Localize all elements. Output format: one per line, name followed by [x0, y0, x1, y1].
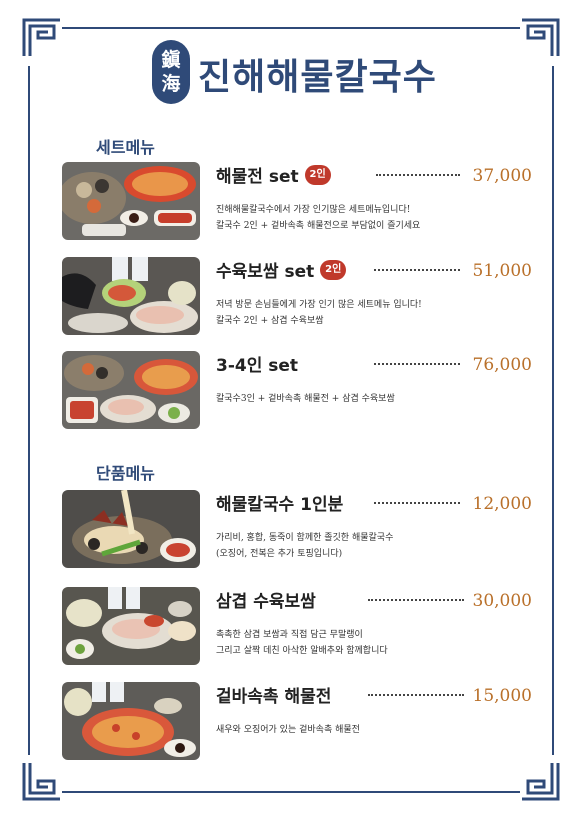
- menu-item-photo: [62, 682, 200, 760]
- menu-item-name: 수육보쌈 set 2인: [216, 257, 347, 282]
- menu-item-photo: [62, 257, 200, 335]
- menu-item-description: 촉촉한 삼겹 보쌈과 직접 담근 무말랭이 그리고 살짝 데친 아삭한 알배추와…: [216, 627, 388, 659]
- description-line: 새우와 오징어가 있는 겉바속촉 해물전: [216, 725, 360, 735]
- menu-item: 해물칼국수 1인분 12,000 가리비, 홍합, 동죽이 함께한 졸깃한 해물…: [62, 490, 532, 570]
- description-line: (오징어, 전복은 추가 토핑입니다): [216, 549, 343, 559]
- menu-item-title: 겉바속촉 해물전: [216, 687, 332, 707]
- seal-char-bottom: 海: [161, 73, 181, 95]
- corner-ornament-icon: [522, 763, 560, 801]
- menu-item: 3-4인 set 76,000 칼국수3인 + 겉바속촉 해물전 + 삼겹 수육…: [62, 351, 532, 431]
- menu-item-price: 30,000: [472, 591, 532, 611]
- menu-item-description: 저녁 방문 손님들에게 가장 인기 많은 세트메뉴 입니다! 칼국수 2인 + …: [216, 297, 422, 329]
- description-line: 칼국수 2인 + 겉바속촉 해물전으로 부담없이 즐기세요: [216, 221, 421, 231]
- menu-item-photo: [62, 490, 200, 568]
- seal-char-top: 鎭: [161, 49, 181, 71]
- menu-item-title: 해물칼국수 1인분: [216, 495, 344, 515]
- restaurant-title: 진해해물칼국수: [198, 57, 437, 98]
- menu-item-title: 삼겹 수육보쌈: [216, 592, 316, 612]
- serving-badge: 2인: [320, 259, 347, 280]
- menu-item-photo: [62, 162, 200, 240]
- menu-item-name: 겉바속촉 해물전: [216, 682, 331, 707]
- price-leader-dots: [368, 694, 464, 696]
- menu-item-name: 삼겹 수육보쌈: [216, 587, 316, 612]
- menu-item-price: 51,000: [472, 261, 532, 281]
- menu-item-description: 칼국수3인 + 겉바속촉 해물전 + 삼겹 수육보쌈: [216, 391, 395, 407]
- menu-item: 삼겹 수육보쌈 30,000 촉촉한 삼겹 보쌈과 직접 담근 무말랭이 그리고…: [62, 587, 532, 667]
- menu-item-price: 12,000: [472, 494, 532, 514]
- menu-item-photo: [62, 351, 200, 429]
- frame-left-line: [28, 66, 30, 755]
- menu-item-description: 진해해물칼국수에서 가장 인기많은 세트메뉴입니다! 칼국수 2인 + 겉바속촉…: [216, 202, 420, 234]
- menu-item: 수육보쌈 set 2인 51,000 저녁 방문 손님들에게 가장 인기 많은 세…: [62, 257, 532, 337]
- frame-bottom-line: [62, 791, 520, 793]
- serving-badge: 2인: [304, 164, 331, 185]
- menu-item-title: 수육보쌈 set: [216, 262, 315, 282]
- menu-item-photo: [62, 587, 200, 665]
- description-line: 저녁 방문 손님들에게 가장 인기 많은 세트메뉴 입니다!: [216, 300, 422, 310]
- price-leader-dots: [374, 363, 460, 365]
- menu-item-description: 새우와 오징어가 있는 겉바속촉 해물전: [216, 722, 360, 738]
- frame-right-line: [552, 66, 554, 755]
- corner-ornament-icon: [22, 763, 60, 801]
- section-title-set: 세트메뉴: [96, 138, 155, 157]
- menu-item-name: 해물전 set 2인: [216, 162, 331, 187]
- logo-seal: 鎭 海: [152, 40, 190, 104]
- description-line: 칼국수3인 + 겉바속촉 해물전 + 삼겹 수육보쌈: [216, 394, 395, 404]
- menu-item-title: 3-4인 set: [216, 356, 299, 376]
- menu-header: 鎭 海 진해해물칼국수: [0, 40, 582, 110]
- price-leader-dots: [376, 174, 460, 176]
- description-line: 촉촉한 삼겹 보쌈과 직접 담근 무말랭이: [216, 630, 363, 640]
- menu-item-description: 가리비, 홍합, 동죽이 함께한 졸깃한 해물칼국수 (오징어, 전복은 추가 …: [216, 530, 393, 562]
- price-leader-dots: [368, 599, 464, 601]
- menu-item-name: 해물칼국수 1인분: [216, 490, 343, 515]
- description-line: 진해해물칼국수에서 가장 인기많은 세트메뉴입니다!: [216, 205, 411, 215]
- menu-item-price: 37,000: [472, 166, 532, 186]
- menu-item-title: 해물전 set: [216, 167, 299, 187]
- description-line: 그리고 살짝 데친 아삭한 알배추와 함께합니다: [216, 646, 388, 656]
- frame-top-line: [62, 27, 520, 29]
- menu-item-price: 15,000: [472, 686, 532, 706]
- menu-item: 겉바속촉 해물전 15,000 새우와 오징어가 있는 겉바속촉 해물전: [62, 682, 532, 762]
- description-line: 칼국수 2인 + 삼겹 수육보쌈: [216, 316, 324, 326]
- section-title-single: 단품메뉴: [96, 464, 155, 483]
- menu-item-price: 76,000: [472, 355, 532, 375]
- price-leader-dots: [374, 269, 460, 271]
- menu-item: 해물전 set 2인 37,000 진해해물칼국수에서 가장 인기많은 세트메뉴입…: [62, 162, 532, 242]
- description-line: 가리비, 홍합, 동죽이 함께한 졸깃한 해물칼국수: [216, 533, 394, 543]
- price-leader-dots: [374, 502, 460, 504]
- menu-item-name: 3-4인 set: [216, 351, 298, 376]
